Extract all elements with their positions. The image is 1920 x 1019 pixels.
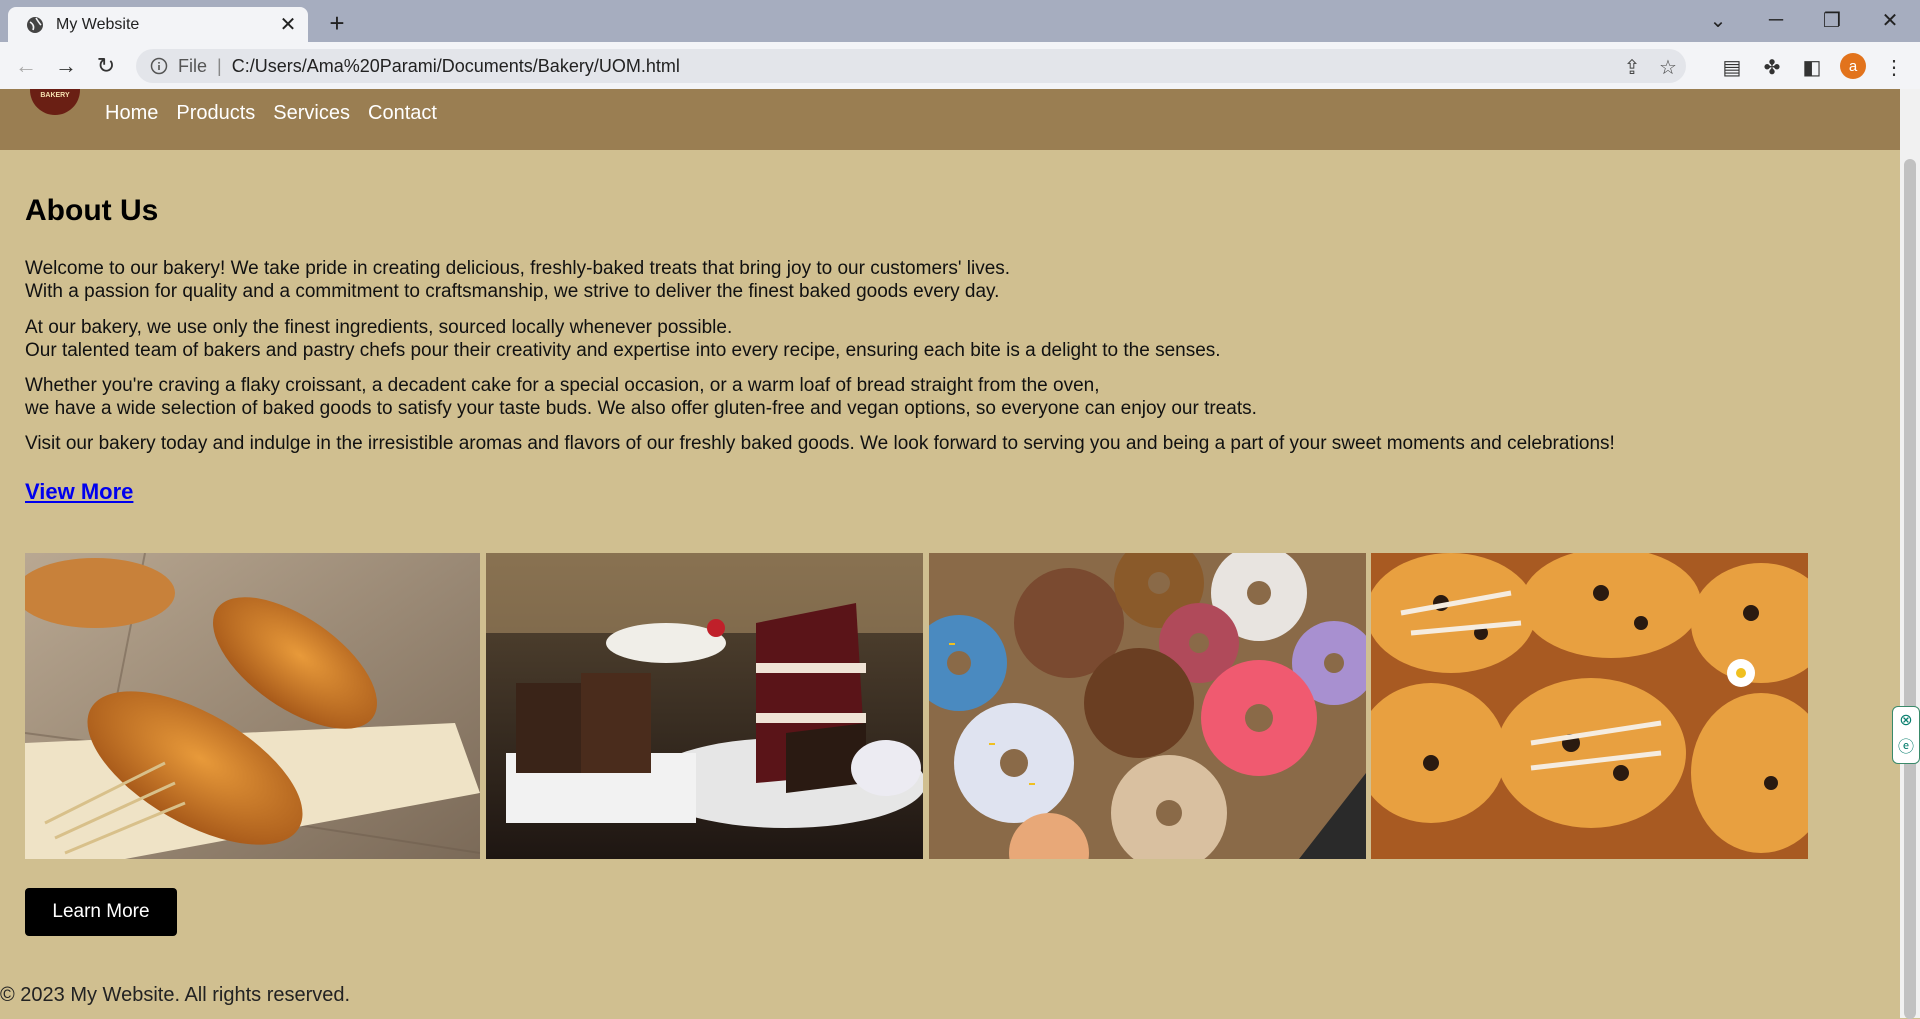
address-separator: | xyxy=(217,55,222,76)
about-p3-line1: Whether you're craving a flaky croissant… xyxy=(25,375,1100,396)
new-tab-button[interactable]: + xyxy=(322,8,352,38)
globe-icon xyxy=(27,16,43,33)
page-scrollbar[interactable] xyxy=(1900,89,1920,1019)
tab-search-icon[interactable]: ⌄ xyxy=(1690,0,1746,40)
site-footer: © 2023 My Website. All rights reserved. xyxy=(0,984,351,1006)
page-viewport: BAKERY Home Products Services Contact Ab… xyxy=(0,89,1900,1018)
about-paragraph-3: Whether you're craving a flaky croissant… xyxy=(25,374,1257,420)
extensions-puzzle-icon[interactable]: ✤ xyxy=(1758,53,1786,81)
back-icon[interactable]: ← xyxy=(10,50,42,82)
reading-mode-icon[interactable]: ▤ xyxy=(1718,53,1746,81)
widget-close-icon[interactable]: ⊗ xyxy=(1893,707,1919,734)
about-paragraph-4: Visit our bakery today and indulge in th… xyxy=(25,433,1615,454)
scrollbar-thumb[interactable] xyxy=(1904,159,1916,1019)
bookmark-star-icon[interactable]: ☆ xyxy=(1655,54,1681,80)
learn-more-button[interactable]: Learn More xyxy=(25,888,177,936)
about-p2-line1: At our bakery, we use only the finest in… xyxy=(25,317,733,338)
address-url[interactable]: C:/Users/Ama%20Parami/Documents/Bakery/U… xyxy=(232,56,680,77)
about-p1-line1: Welcome to our bakery! We take pride in … xyxy=(25,258,1011,279)
browser-menu-icon[interactable]: ⋮ xyxy=(1880,53,1908,81)
about-paragraph-2: At our bakery, we use only the finest in… xyxy=(25,316,1221,362)
nav-contact-link[interactable]: Contact xyxy=(368,102,437,125)
side-panel-icon[interactable]: ◧ xyxy=(1798,53,1826,81)
about-heading: About Us xyxy=(25,194,159,227)
widget-e-icon[interactable]: ⓔ xyxy=(1893,734,1919,761)
nav-products-link[interactable]: Products xyxy=(176,102,255,125)
browser-tab-strip: My Website ✕ + ⌄ ─ ❐ ✕ xyxy=(0,0,1920,42)
profile-avatar[interactable]: a xyxy=(1840,53,1866,79)
close-window-icon[interactable]: ✕ xyxy=(1862,0,1918,40)
site-menu: Home Products Services Contact xyxy=(105,102,437,125)
about-p2-line2: Our talented team of bakers and pastry c… xyxy=(25,340,1221,361)
address-scheme: File xyxy=(178,55,208,76)
share-icon[interactable]: ⇪ xyxy=(1619,54,1645,80)
cakes-image xyxy=(486,553,923,859)
browser-toolbar: ← → ↻ File | C:/Users/Ama%20Parami/Docum… xyxy=(0,42,1920,90)
tab-close-icon[interactable]: ✕ xyxy=(274,11,302,39)
address-bar[interactable]: File | C:/Users/Ama%20Parami/Documents/B… xyxy=(136,49,1686,83)
site-navbar: BAKERY Home Products Services Contact xyxy=(0,89,1900,150)
restore-icon[interactable]: ❐ xyxy=(1804,0,1860,40)
about-paragraph-1: Welcome to our bakery! We take pride in … xyxy=(25,257,1010,303)
about-p1-line2: With a passion for quality and a commitm… xyxy=(25,281,1000,302)
floating-extension-widget[interactable]: ⊗ ⓔ xyxy=(1892,706,1920,764)
info-icon[interactable] xyxy=(150,57,168,75)
croissant-image xyxy=(25,553,480,859)
pastries-image xyxy=(1371,553,1808,859)
donuts-image xyxy=(929,553,1366,859)
about-p3-line2: we have a wide selection of baked goods … xyxy=(25,398,1257,419)
minimize-icon[interactable]: ─ xyxy=(1748,0,1804,40)
nav-home-link[interactable]: Home xyxy=(105,102,158,125)
forward-icon[interactable]: → xyxy=(50,50,82,82)
bakery-logo[interactable]: BAKERY xyxy=(30,89,80,115)
reload-icon[interactable]: ↻ xyxy=(90,50,122,82)
browser-tab[interactable]: My Website ✕ xyxy=(8,7,308,42)
tab-title: My Website xyxy=(56,15,140,33)
view-more-link[interactable]: View More xyxy=(25,479,133,505)
nav-services-link[interactable]: Services xyxy=(273,102,350,125)
